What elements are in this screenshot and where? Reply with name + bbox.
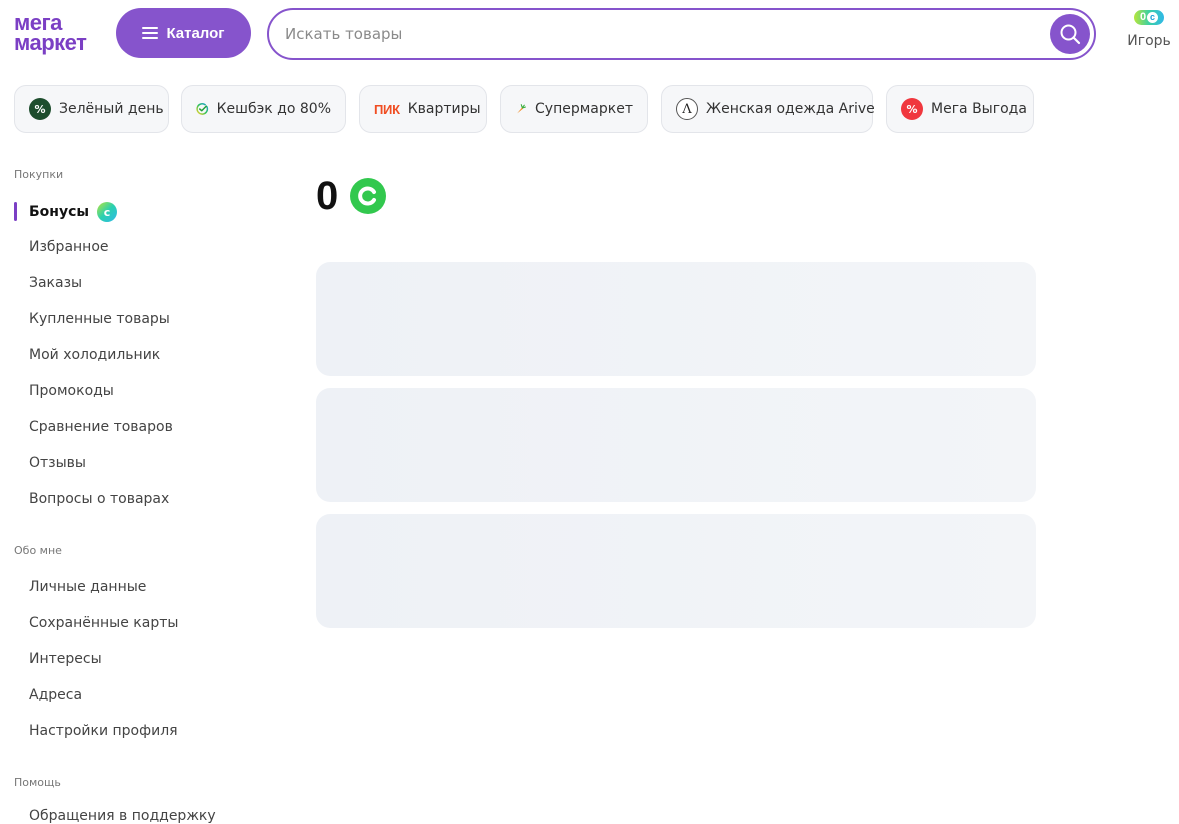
- sidebar-item-fridge[interactable]: Мой холодильник: [29, 347, 160, 363]
- sidebar-item-interests[interactable]: Интересы: [29, 651, 102, 667]
- chip-label: Зелёный день: [59, 101, 164, 117]
- loading-placeholder-card: [316, 388, 1036, 502]
- sidebar-item-questions[interactable]: Вопросы о товарах: [29, 491, 169, 507]
- chip-arive[interactable]: Λ Женская одежда Arive: [661, 85, 875, 133]
- chip-label: Женская одежда Arive: [706, 101, 875, 117]
- chip-cashback[interactable]: Кешбэк до 80%: [181, 85, 346, 133]
- arive-logo-icon: Λ: [676, 98, 698, 120]
- search-bar: [267, 8, 1096, 60]
- logo-line-2: маркет: [14, 30, 87, 55]
- loading-placeholder-card: [316, 262, 1036, 376]
- chip-label: Квартиры: [407, 101, 481, 117]
- user-profile-button[interactable]: 0 c Игорь: [1122, 8, 1176, 49]
- user-bonus-value: 0: [1139, 11, 1147, 23]
- megamarket-logo[interactable]: мега маркет: [14, 12, 87, 55]
- chip-label: Кешбэк до 80%: [216, 101, 331, 117]
- sidebar-item-personal-data[interactable]: Личные данные: [29, 579, 146, 595]
- sidebar-item-compare[interactable]: Сравнение товаров: [29, 419, 173, 435]
- search-button[interactable]: [1050, 14, 1090, 54]
- section-title-about-me: Обо мне: [14, 544, 62, 557]
- pik-logo: ПИК: [374, 101, 400, 117]
- sidebar-item-reviews[interactable]: Отзывы: [29, 455, 86, 471]
- sber-spasibo-coin-icon: [350, 178, 387, 214]
- user-name: Игорь: [1127, 33, 1171, 49]
- chip-supermarket[interactable]: Супермаркет: [500, 85, 648, 133]
- chip-label: Супермаркет: [535, 101, 633, 117]
- red-percent-icon: %: [901, 98, 923, 120]
- sidebar-item-saved-cards[interactable]: Сохранённые карты: [29, 615, 178, 631]
- loading-placeholder-card: [316, 514, 1036, 628]
- sidebar-item-support[interactable]: Обращения в поддержку: [29, 808, 216, 824]
- user-bonus-badge: 0 c: [1134, 10, 1164, 25]
- search-icon: [1060, 24, 1081, 45]
- sidebar-item-addresses[interactable]: Адреса: [29, 687, 82, 703]
- bonus-coin-icon: c: [1147, 12, 1159, 23]
- sidebar-item-bonuses[interactable]: Бонусы c: [29, 202, 118, 222]
- catalog-label: Каталог: [166, 24, 225, 42]
- chip-mega-benefit[interactable]: % Мега Выгода: [886, 85, 1034, 133]
- header: мега маркет Каталог 0 c Игорь: [0, 0, 1179, 72]
- carrot-icon: [517, 104, 526, 114]
- search-input[interactable]: [285, 10, 1045, 58]
- sidebar-item-label: Бонусы: [29, 204, 90, 220]
- sidebar-item-purchased[interactable]: Купленные товары: [29, 311, 170, 327]
- catalog-button[interactable]: Каталог: [116, 8, 251, 58]
- chip-label: Мега Выгода: [931, 101, 1027, 117]
- section-title-help: Помощь: [14, 776, 61, 789]
- chip-apartments[interactable]: ПИК Квартиры: [359, 85, 487, 133]
- bonus-balance-value: 0: [316, 174, 339, 218]
- bonus-coin-icon: c: [97, 202, 118, 222]
- hamburger-icon: [142, 27, 159, 39]
- sber-check-icon: [196, 103, 209, 115]
- chip-green-day[interactable]: % Зелёный день: [14, 85, 169, 133]
- sidebar-item-profile-settings[interactable]: Настройки профиля: [29, 723, 178, 739]
- sidebar-item-promocodes[interactable]: Промокоды: [29, 383, 114, 399]
- active-indicator: [14, 202, 17, 221]
- green-percent-icon: %: [29, 98, 51, 120]
- sidebar-item-favorites[interactable]: Избранное: [29, 239, 109, 255]
- bonus-balance: 0: [316, 174, 387, 218]
- sidebar-item-orders[interactable]: Заказы: [29, 275, 82, 291]
- section-title-purchases: Покупки: [14, 168, 64, 181]
